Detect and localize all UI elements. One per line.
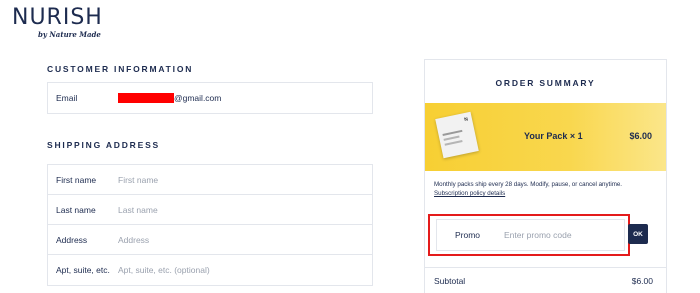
- pack-image-line: [444, 140, 463, 146]
- subtotal-value: $6.00: [631, 276, 653, 286]
- email-redaction: [118, 93, 174, 103]
- order-summary-panel: ORDER SUMMARY N Your Pack × 1 $6.00 Mont…: [424, 59, 667, 293]
- pack-price: $6.00: [629, 131, 652, 141]
- email-field[interactable]: @gmail.com: [118, 93, 221, 103]
- summary-divider: [425, 267, 666, 268]
- email-row[interactable]: Email @gmail.com: [48, 83, 372, 113]
- apt-suite-input[interactable]: Apt, suite, etc. (optional): [118, 265, 210, 275]
- pack-line-item: N Your Pack × 1 $6.00: [425, 103, 666, 171]
- promo-highlight-box: [428, 214, 630, 256]
- subtotal-label: Subtotal: [434, 276, 466, 286]
- customer-info-box: Email @gmail.com: [47, 82, 373, 114]
- pack-image-mark: N: [463, 116, 469, 124]
- pack-image-line: [442, 129, 463, 136]
- subscription-note: Monthly packs ship every 28 days. Modify…: [434, 180, 660, 198]
- email-label: Email: [56, 93, 78, 103]
- last-name-label: Last name: [56, 204, 96, 215]
- apply-promo-button[interactable]: OK: [628, 224, 648, 244]
- apt-suite-row[interactable]: Apt, suite, etc. Apt, suite, etc. (optio…: [48, 255, 372, 285]
- logo-byline: by Nature Made: [38, 30, 101, 39]
- shipping-address-title: SHIPPING ADDRESS: [47, 140, 161, 150]
- address-row[interactable]: Address Address: [48, 225, 372, 255]
- pack-name: Your Pack × 1: [524, 131, 583, 141]
- last-name-input[interactable]: Last name: [118, 205, 158, 215]
- address-label: Address: [56, 234, 88, 245]
- customer-info-title: CUSTOMER INFORMATION: [47, 64, 194, 74]
- logo-wordmark: NURISH: [12, 5, 103, 30]
- email-suffix: @gmail.com: [174, 93, 222, 103]
- first-name-input[interactable]: First name: [118, 175, 158, 185]
- order-summary-title: ORDER SUMMARY: [495, 78, 596, 88]
- subscription-policy-link[interactable]: Subscription policy details: [434, 189, 660, 198]
- first-name-label: First name: [56, 174, 97, 185]
- last-name-row[interactable]: Last name Last name: [48, 195, 372, 225]
- pack-image: N: [435, 111, 479, 159]
- address-input[interactable]: Address: [118, 235, 149, 245]
- subscription-note-text: Monthly packs ship every 28 days. Modify…: [434, 181, 623, 188]
- brand-logo[interactable]: NURISH by Nature Made: [12, 6, 122, 42]
- shipping-address-box: First name First name Last name Last nam…: [47, 164, 373, 286]
- apt-suite-label: Apt, suite, etc.: [56, 265, 110, 275]
- first-name-row[interactable]: First name First name: [48, 165, 372, 195]
